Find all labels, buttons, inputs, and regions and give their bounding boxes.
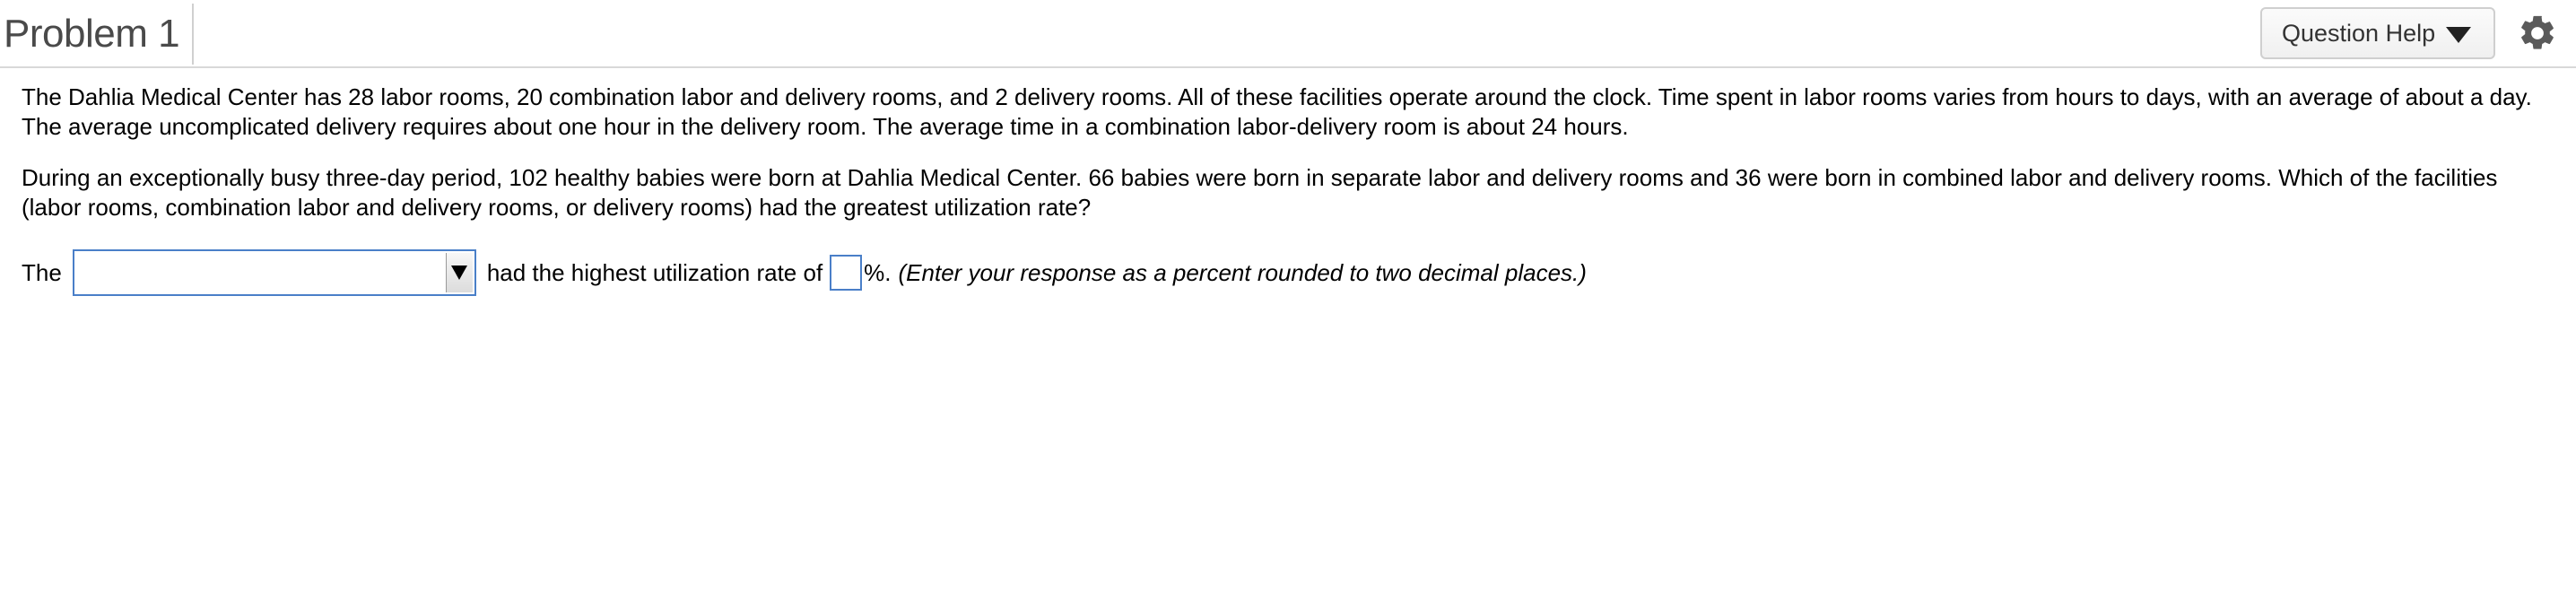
header-bar: Problem 1 Question Help — [0, 0, 2576, 68]
page-title: Problem 1 — [4, 12, 180, 56]
gear-icon[interactable] — [2517, 13, 2558, 54]
utilization-percent-input[interactable] — [830, 255, 863, 291]
caret-down-icon — [2446, 27, 2472, 43]
problem-paragraph-1: The Dahlia Medical Center has 28 labor r… — [22, 83, 2532, 140]
facility-select[interactable] — [72, 249, 476, 296]
percent-sign: %. — [864, 258, 892, 286]
problem-content: The Dahlia Medical Center has 28 labor r… — [22, 83, 2560, 244]
answer-prefix: The — [22, 258, 62, 286]
title-divider — [192, 4, 194, 65]
answer-instruction: (Enter your response as a percent rounde… — [898, 258, 1587, 286]
answer-middle-text: had the highest utilization rate of — [486, 258, 823, 286]
problem-paragraph-2: During an exceptionally busy three-day p… — [22, 164, 2498, 221]
question-help-label: Question Help — [2282, 19, 2436, 47]
question-help-button[interactable]: Question Help — [2260, 7, 2495, 59]
dropdown-arrow-icon[interactable] — [445, 253, 473, 292]
answer-row: The had the highest utilization rate of … — [22, 248, 1587, 298]
